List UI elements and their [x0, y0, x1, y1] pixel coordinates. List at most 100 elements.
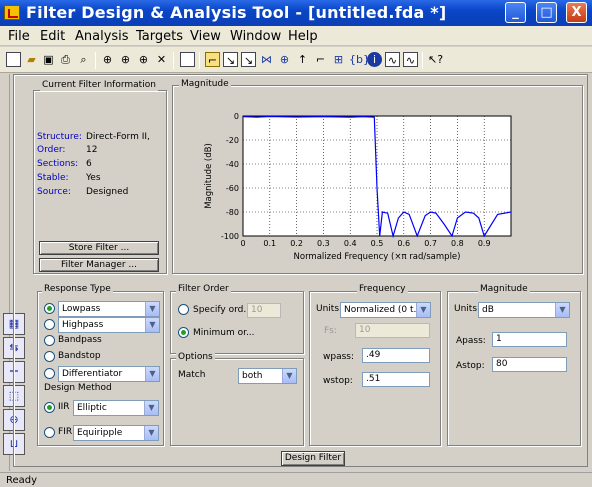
phase-response-icon[interactable]: ↘ — [223, 52, 238, 67]
store-filter-button[interactable]: Store Filter ... — [39, 241, 159, 255]
save-icon[interactable]: ▣ — [41, 52, 56, 67]
x-tick-label: 0.9 — [478, 239, 491, 248]
zoom-x-icon[interactable]: ⊕ — [118, 52, 133, 67]
full-view-icon[interactable]: ✕ — [154, 52, 169, 67]
order-label: Order: — [37, 145, 66, 155]
plot-panel-title: Magnitude — [179, 79, 231, 90]
differentiator-radio[interactable] — [44, 368, 55, 379]
new-window-icon[interactable] — [180, 52, 195, 67]
chevron-down-icon: ▼ — [144, 401, 158, 415]
x-tick-label: 0.7 — [424, 239, 437, 248]
sections-label: Sections: — [37, 159, 79, 169]
lowpass-dropdown[interactable]: Lowpass ▼ — [58, 301, 160, 317]
status-text: Ready — [6, 475, 38, 486]
stable-value: Yes — [86, 173, 101, 183]
impulse-response-icon[interactable]: ↑ — [295, 52, 310, 67]
zoom-in-icon[interactable]: ⊕ — [100, 52, 115, 67]
chevron-down-icon: ▼ — [282, 369, 296, 383]
fs-field[interactable]: 10 — [355, 323, 430, 338]
specify-order-field[interactable]: 10 — [247, 303, 281, 318]
y-axis-label: Magnitude (dB) — [204, 143, 214, 209]
step-response-icon[interactable]: ⌐ — [313, 52, 328, 67]
iir-method-dropdown[interactable]: Elliptic ▼ — [73, 400, 159, 416]
chevron-down-icon: ▼ — [416, 303, 430, 317]
chevron-down-icon: ▼ — [144, 426, 158, 440]
open-icon[interactable]: ▰ — [24, 52, 39, 67]
magnitude-phase-icon[interactable]: ↘ — [241, 52, 256, 67]
close-button[interactable]: X — [566, 2, 587, 23]
bandpass-label: Bandpass — [58, 335, 102, 345]
print-icon[interactable]: ⎙ — [58, 52, 73, 67]
filter-manager-button[interactable]: Filter Manager ... — [39, 258, 159, 272]
structure-label: Structure: — [37, 132, 82, 142]
apass-field[interactable]: 1 — [492, 332, 567, 347]
highpass-radio[interactable] — [44, 319, 55, 330]
astop-label: Astop: — [456, 361, 485, 371]
magnitude-specs-title: Magnitude — [478, 284, 530, 295]
toolbar: ▰ ▣ ⎙ ⌕ ⊕ ⊕ ⊕ ✕ ⌐ ↘ ↘ ⋈ ⊕ ↑ ⌐ ⊞ {b} i ∿ … — [0, 47, 592, 73]
fs-label: Fs: — [324, 326, 337, 336]
frequency-title: Frequency — [357, 284, 408, 295]
zoom-y-icon[interactable]: ⊕ — [136, 52, 151, 67]
frequency-units-label: Units: — [316, 304, 343, 314]
menu-file[interactable]: File — [8, 29, 30, 44]
menu-view[interactable]: View — [190, 29, 221, 44]
menu-targets[interactable]: Targets — [136, 29, 183, 44]
print-preview-icon[interactable]: ⌕ — [76, 52, 91, 67]
new-icon[interactable] — [6, 52, 21, 67]
iir-label: IIR — [58, 402, 70, 412]
x-axis-label: Normalized Frequency (×π rad/sample) — [294, 252, 461, 262]
highpass-dropdown[interactable]: Highpass ▼ — [58, 317, 160, 333]
chevron-down-icon: ▼ — [145, 367, 159, 381]
filter-coefficients-icon[interactable]: {b} — [349, 52, 370, 67]
options-title: Options — [176, 352, 215, 363]
pole-zero-icon[interactable]: ⊞ — [331, 52, 346, 67]
fir-radio[interactable] — [44, 427, 55, 438]
y-tick-label: -20 — [226, 136, 239, 145]
lowpass-radio[interactable] — [44, 303, 55, 314]
filter-info-icon[interactable]: i — [367, 52, 382, 67]
match-label: Match — [178, 370, 206, 380]
frequency-units-dropdown[interactable]: Normalized (0 t... ▼ — [340, 302, 431, 318]
y-tick-label: -40 — [226, 160, 239, 169]
window-title: Filter Design & Analysis Tool - [untitle… — [26, 3, 447, 22]
design-filter-button[interactable]: Design Filter — [281, 451, 345, 466]
differentiator-dropdown[interactable]: Differentiator ▼ — [58, 366, 160, 382]
minimize-button[interactable]: _ — [505, 2, 526, 23]
phase-delay-icon[interactable]: ⊕ — [277, 52, 292, 67]
structure-value: Direct-Form II, — [86, 132, 150, 142]
fir-method-dropdown[interactable]: Equiripple ▼ — [73, 425, 159, 441]
minimum-order-radio[interactable] — [178, 327, 189, 338]
round-off-noise-icon[interactable]: ∿ — [403, 52, 418, 67]
astop-field[interactable]: 80 — [492, 357, 567, 372]
menu-window[interactable]: Window — [230, 29, 281, 44]
menu-help[interactable]: Help — [288, 29, 318, 44]
magnitude-estimate-icon[interactable]: ∿ — [385, 52, 400, 67]
specify-order-radio[interactable] — [178, 304, 189, 315]
minimum-order-label: Minimum or... — [193, 328, 255, 338]
iir-radio[interactable] — [44, 402, 55, 413]
magnitude-units-label: Units: — [454, 304, 481, 314]
group-delay-icon[interactable]: ⋈ — [259, 52, 274, 67]
specify-order-label: Specify ord... — [193, 305, 252, 315]
bandpass-radio[interactable] — [44, 335, 55, 346]
magnitude-units-dropdown[interactable]: dB ▼ — [478, 302, 570, 318]
magnitude-plot[interactable]: 0 0.1 0.2 0.3 0.4 0.5 0.6 0.7 0.8 0.9 0 -20 -40 -60 -8… — [172, 100, 532, 270]
bandstop-radio[interactable] — [44, 351, 55, 362]
wpass-field[interactable]: .49 — [362, 348, 430, 363]
x-tick-label: 0.5 — [371, 239, 384, 248]
chevron-down-icon: ▼ — [145, 318, 159, 332]
magnitude-response-icon[interactable]: ⌐ — [205, 52, 220, 67]
menu-edit[interactable]: Edit — [40, 29, 65, 44]
match-dropdown[interactable]: both ▼ — [238, 368, 297, 384]
whats-this-icon[interactable]: ↖? — [428, 52, 443, 67]
x-tick-label: 0.8 — [451, 239, 464, 248]
maximize-button[interactable]: □ — [536, 2, 557, 23]
menu-analysis[interactable]: Analysis — [75, 29, 129, 44]
x-tick-label: 0.1 — [263, 239, 276, 248]
wstop-field[interactable]: .51 — [362, 372, 430, 387]
filter-order-group — [170, 291, 304, 354]
x-tick-label: 0.3 — [317, 239, 330, 248]
x-tick-label: 0.4 — [344, 239, 357, 248]
source-label: Source: — [37, 187, 71, 197]
